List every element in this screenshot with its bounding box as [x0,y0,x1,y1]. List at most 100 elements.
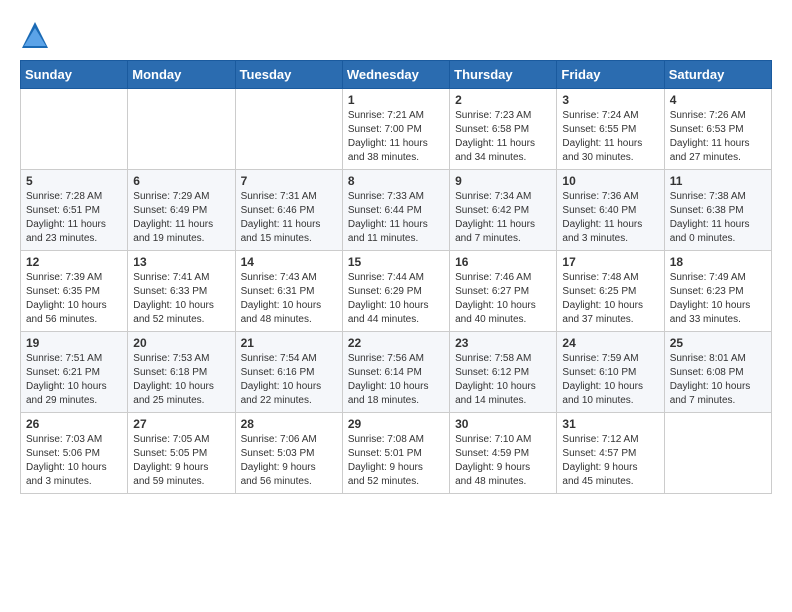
calendar-day-20: 20Sunrise: 7:53 AM Sunset: 6:18 PM Dayli… [128,332,235,413]
day-number: 30 [455,417,551,431]
day-number: 6 [133,174,229,188]
day-number: 13 [133,255,229,269]
day-number: 22 [348,336,444,350]
day-info: Sunrise: 8:01 AM Sunset: 6:08 PM Dayligh… [670,352,766,408]
logo [20,20,54,50]
day-info: Sunrise: 7:12 AM Sunset: 4:57 PM Dayligh… [562,433,658,489]
day-number: 4 [670,93,766,107]
logo-icon [20,20,50,50]
calendar-day-3: 3 Sunrise: 7:24 AM Sunset: 6:55 PM Daylig… [557,89,664,170]
day-number: 15 [348,255,444,269]
calendar-empty-cell [21,89,128,170]
calendar-week-1: 1 Sunrise: 7:21 AM Sunset: 7:00 PM Daylig… [21,89,772,170]
day-info: Sunrise: 7:43 AM Sunset: 6:31 PM Dayligh… [241,271,337,327]
day-info: Sunrise: 7:49 AM Sunset: 6:23 PM Dayligh… [670,271,766,327]
calendar-day-31: 31 Sunrise: 7:12 AM Sunset: 4:57 PM Dayli… [557,413,664,494]
day-number: 29 [348,417,444,431]
day-info: Sunrise: 7:24 AM Sunset: 6:55 PM Dayligh… [562,109,658,165]
calendar-day-30: 30 Sunrise: 7:10 AM Sunset: 4:59 PM Dayli… [450,413,557,494]
calendar-day-15: 15 Sunrise: 7:44 AM Sunset: 6:29 PM Dayli… [342,251,449,332]
day-info: Sunrise: 7:23 AM Sunset: 6:58 PM Dayligh… [455,109,551,165]
calendar-empty-cell [128,89,235,170]
day-info: Sunrise: 7:33 AM Sunset: 6:44 PM Dayligh… [348,190,444,246]
day-info: Sunrise: 7:59 AM Sunset: 6:10 PM Dayligh… [562,352,658,408]
calendar-day-23: 23Sunrise: 7:58 AM Sunset: 6:12 PM Dayli… [450,332,557,413]
day-info: Sunrise: 7:38 AM Sunset: 6:38 PM Dayligh… [670,190,766,246]
calendar-header-row: SundayMondayTuesdayWednesdayThursdayFrid… [21,61,772,89]
day-number: 8 [348,174,444,188]
day-info: Sunrise: 7:21 AM Sunset: 7:00 PM Dayligh… [348,109,444,165]
calendar-day-19: 19 Sunrise: 7:51 AM Sunset: 6:21 PM Dayli… [21,332,128,413]
day-number: 7 [241,174,337,188]
calendar-day-7: 7 Sunrise: 7:31 AM Sunset: 6:46 PM Daylig… [235,170,342,251]
calendar-day-18: 18 Sunrise: 7:49 AM Sunset: 6:23 PM Dayli… [664,251,771,332]
calendar-day-5: 5 Sunrise: 7:28 AM Sunset: 6:51 PM Daylig… [21,170,128,251]
day-number: 31 [562,417,658,431]
day-info: Sunrise: 7:08 AM Sunset: 5:01 PM Dayligh… [348,433,444,489]
day-number: 3 [562,93,658,107]
calendar-day-26: 26 Sunrise: 7:03 AM Sunset: 5:06 PM Dayli… [21,413,128,494]
day-number: 20 [133,336,229,350]
calendar-day-4: 4 Sunrise: 7:26 AM Sunset: 6:53 PM Daylig… [664,89,771,170]
day-number: 11 [670,174,766,188]
calendar-day-25: 25 Sunrise: 8:01 AM Sunset: 6:08 PM Dayli… [664,332,771,413]
day-info: Sunrise: 7:29 AM Sunset: 6:49 PM Dayligh… [133,190,229,246]
day-number: 12 [26,255,122,269]
day-info: Sunrise: 7:06 AM Sunset: 5:03 PM Dayligh… [241,433,337,489]
day-number: 1 [348,93,444,107]
calendar-day-13: 13 Sunrise: 7:41 AM Sunset: 6:33 PM Dayli… [128,251,235,332]
day-info: Sunrise: 7:03 AM Sunset: 5:06 PM Dayligh… [26,433,122,489]
calendar-day-10: 10Sunrise: 7:36 AM Sunset: 6:40 PM Dayli… [557,170,664,251]
calendar-day-6: 6 Sunrise: 7:29 AM Sunset: 6:49 PM Daylig… [128,170,235,251]
day-info: Sunrise: 7:10 AM Sunset: 4:59 PM Dayligh… [455,433,551,489]
calendar-day-24: 24 Sunrise: 7:59 AM Sunset: 6:10 PM Dayli… [557,332,664,413]
day-info: Sunrise: 7:51 AM Sunset: 6:21 PM Dayligh… [26,352,122,408]
calendar-week-5: 26 Sunrise: 7:03 AM Sunset: 5:06 PM Dayli… [21,413,772,494]
day-number: 19 [26,336,122,350]
day-info: Sunrise: 7:54 AM Sunset: 6:16 PM Dayligh… [241,352,337,408]
calendar-table: SundayMondayTuesdayWednesdayThursdayFrid… [20,60,772,494]
calendar-empty-cell [664,413,771,494]
day-number: 5 [26,174,122,188]
calendar-day-1: 1 Sunrise: 7:21 AM Sunset: 7:00 PM Daylig… [342,89,449,170]
day-number: 25 [670,336,766,350]
day-number: 18 [670,255,766,269]
day-number: 10 [562,174,658,188]
day-number: 16 [455,255,551,269]
day-info: Sunrise: 7:41 AM Sunset: 6:33 PM Dayligh… [133,271,229,327]
day-info: Sunrise: 7:46 AM Sunset: 6:27 PM Dayligh… [455,271,551,327]
calendar-weekday-sunday: Sunday [21,61,128,89]
calendar-day-17: 17 Sunrise: 7:48 AM Sunset: 6:25 PM Dayli… [557,251,664,332]
day-number: 21 [241,336,337,350]
calendar-day-28: 28Sunrise: 7:06 AM Sunset: 5:03 PM Dayli… [235,413,342,494]
day-number: 24 [562,336,658,350]
calendar-week-4: 19 Sunrise: 7:51 AM Sunset: 6:21 PM Dayli… [21,332,772,413]
calendar-day-11: 11 Sunrise: 7:38 AM Sunset: 6:38 PM Dayli… [664,170,771,251]
calendar-day-21: 21 Sunrise: 7:54 AM Sunset: 6:16 PM Dayli… [235,332,342,413]
day-number: 9 [455,174,551,188]
calendar-weekday-friday: Friday [557,61,664,89]
day-info: Sunrise: 7:48 AM Sunset: 6:25 PM Dayligh… [562,271,658,327]
calendar-day-9: 9Sunrise: 7:34 AM Sunset: 6:42 PM Daylig… [450,170,557,251]
day-number: 17 [562,255,658,269]
day-number: 26 [26,417,122,431]
calendar-day-16: 16 Sunrise: 7:46 AM Sunset: 6:27 PM Dayli… [450,251,557,332]
day-number: 23 [455,336,551,350]
calendar-week-3: 12 Sunrise: 7:39 AM Sunset: 6:35 PM Dayli… [21,251,772,332]
calendar-empty-cell [235,89,342,170]
day-info: Sunrise: 7:05 AM Sunset: 5:05 PM Dayligh… [133,433,229,489]
day-info: Sunrise: 7:28 AM Sunset: 6:51 PM Dayligh… [26,190,122,246]
calendar-day-22: 22Sunrise: 7:56 AM Sunset: 6:14 PM Dayli… [342,332,449,413]
day-info: Sunrise: 7:31 AM Sunset: 6:46 PM Dayligh… [241,190,337,246]
day-info: Sunrise: 7:44 AM Sunset: 6:29 PM Dayligh… [348,271,444,327]
calendar-weekday-tuesday: Tuesday [235,61,342,89]
day-info: Sunrise: 7:39 AM Sunset: 6:35 PM Dayligh… [26,271,122,327]
page-header [20,20,772,50]
calendar-weekday-thursday: Thursday [450,61,557,89]
calendar-weekday-monday: Monday [128,61,235,89]
day-number: 27 [133,417,229,431]
day-number: 14 [241,255,337,269]
calendar-day-8: 8 Sunrise: 7:33 AM Sunset: 6:44 PM Daylig… [342,170,449,251]
day-info: Sunrise: 7:26 AM Sunset: 6:53 PM Dayligh… [670,109,766,165]
calendar-day-12: 12 Sunrise: 7:39 AM Sunset: 6:35 PM Dayli… [21,251,128,332]
